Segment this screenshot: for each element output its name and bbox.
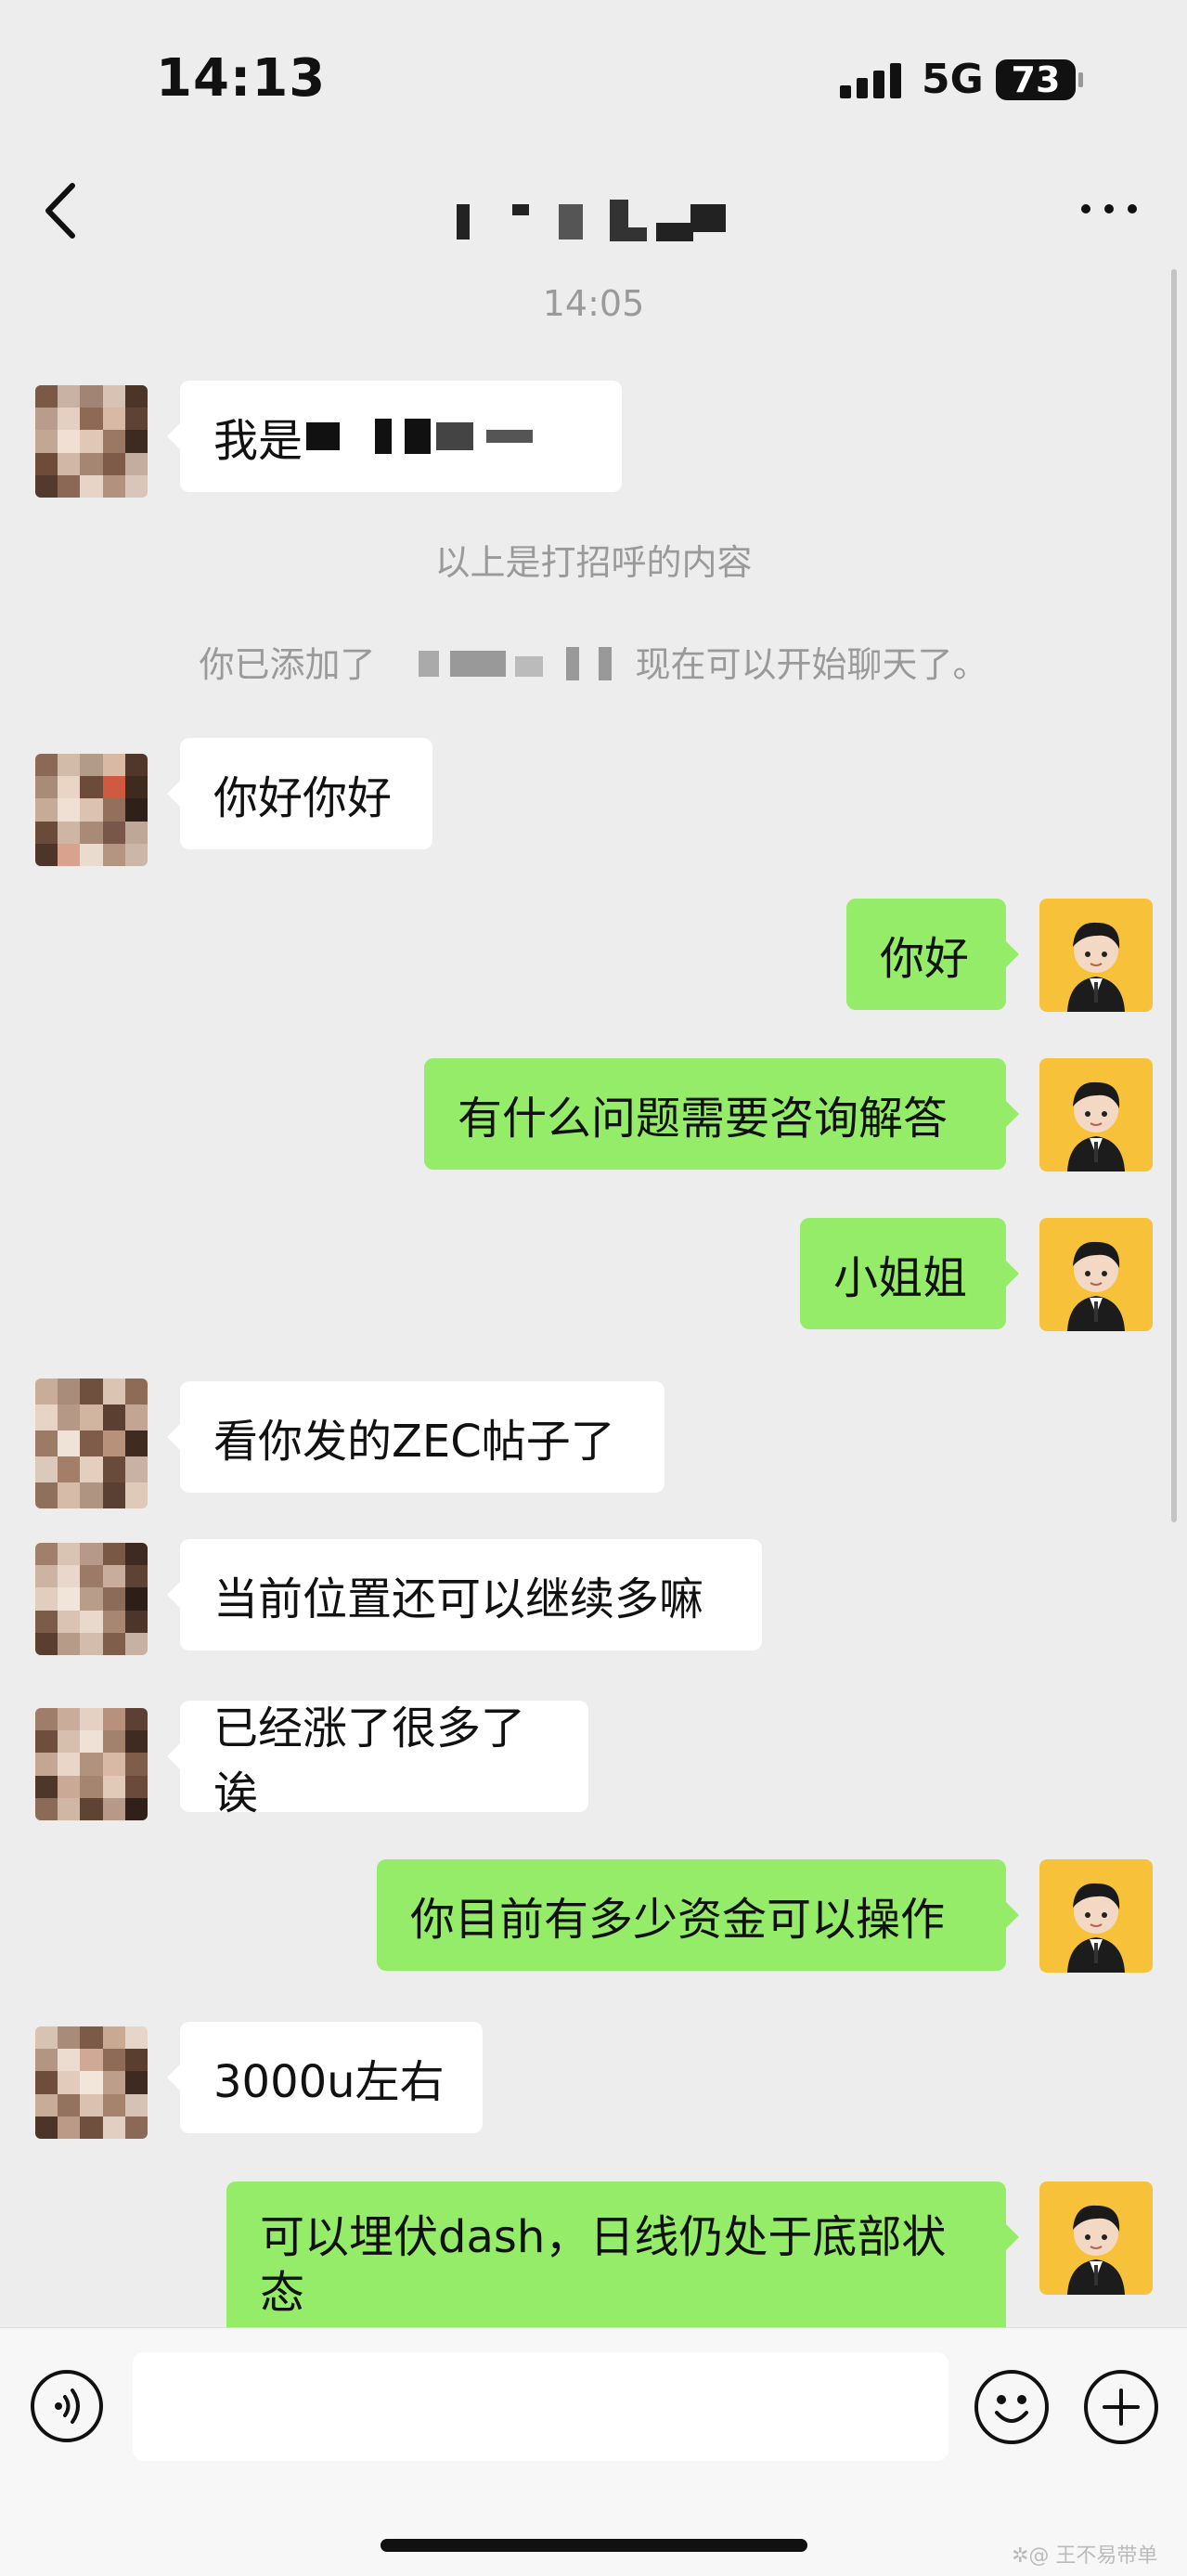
contact-avatar[interactable] bbox=[35, 754, 148, 866]
system-added-suffix: 现在可以开始聊天了。 bbox=[635, 644, 988, 685]
voice-button[interactable] bbox=[31, 2370, 103, 2442]
my-avatar[interactable] bbox=[1039, 1218, 1153, 1331]
message-bubble[interactable]: 当前位置还可以继续多嘛 bbox=[167, 1539, 762, 1650]
contact-avatar[interactable] bbox=[35, 1543, 148, 1655]
contact-avatar[interactable] bbox=[35, 1379, 148, 1508]
system-added-notice: 你已添加了 现在可以开始聊天了。 bbox=[0, 636, 1187, 687]
message-bubble[interactable]: 小姐姐 bbox=[800, 1218, 1019, 1329]
system-greeting-notice: 以上是打招呼的内容 bbox=[434, 542, 753, 583]
contact-avatar[interactable] bbox=[35, 1708, 148, 1820]
emoji-button[interactable] bbox=[974, 2370, 1049, 2444]
voice-icon bbox=[55, 2388, 80, 2424]
plus-icon bbox=[1103, 2388, 1140, 2426]
watermark: ✲@ 王不易带单 bbox=[1012, 2544, 1158, 2568]
battery-icon: 73 bbox=[996, 59, 1083, 100]
contact-avatar[interactable] bbox=[35, 385, 148, 498]
greeting-bubble[interactable]: 我是 bbox=[167, 381, 622, 492]
network-type: 5G bbox=[922, 56, 984, 103]
message-input[interactable] bbox=[133, 2352, 948, 2461]
message-bubble[interactable]: 3000u左右 bbox=[167, 2022, 483, 2133]
status-time: 14:13 bbox=[156, 48, 327, 109]
my-avatar[interactable] bbox=[1039, 899, 1153, 1012]
message-text: 你目前有多少资金可以操作 bbox=[410, 1894, 946, 1946]
my-avatar[interactable] bbox=[1039, 1058, 1153, 1171]
message-text: 可以埋伏dash，日线仍处于底部状态 bbox=[260, 2211, 947, 2319]
message-text: 看你发的ZEC帖子了 bbox=[213, 1416, 615, 1468]
message-bubble[interactable]: 你好你好 bbox=[167, 738, 432, 849]
my-avatar[interactable] bbox=[1039, 1859, 1153, 1973]
chat-title-redacted bbox=[457, 200, 735, 241]
home-indicator[interactable] bbox=[381, 2539, 807, 2552]
message-bubble[interactable]: 已经涨了很多了诶 bbox=[167, 1701, 588, 1819]
message-text: 你好 bbox=[880, 933, 970, 985]
cellular-signal-icon bbox=[840, 63, 905, 98]
message-bubble[interactable]: 看你发的ZEC帖子了 bbox=[167, 1381, 664, 1493]
back-button[interactable] bbox=[37, 178, 93, 243]
message-text: 有什么问题需要咨询解答 bbox=[458, 1093, 948, 1145]
scrollbar[interactable] bbox=[1171, 269, 1177, 1522]
message-text: 3000u左右 bbox=[213, 2056, 445, 2108]
contact-avatar[interactable] bbox=[35, 2026, 148, 2139]
more-button[interactable] bbox=[1077, 190, 1142, 227]
message-bubble[interactable]: 你好 bbox=[846, 899, 1019, 1010]
emoji-icon bbox=[995, 2395, 1028, 2423]
more-icon bbox=[1081, 204, 1137, 214]
plus-button[interactable] bbox=[1084, 2370, 1158, 2444]
message-bubble[interactable]: 你目前有多少资金可以操作 bbox=[377, 1859, 1019, 1971]
chevron-left-icon bbox=[45, 183, 75, 239]
message-text: 你好你好 bbox=[213, 772, 393, 824]
message-text: 已经涨了很多了诶 bbox=[213, 1702, 526, 1819]
my-avatar[interactable] bbox=[1039, 2181, 1153, 2295]
message-text: 小姐姐 bbox=[833, 1252, 968, 1304]
system-added-prefix: 你已添加了 bbox=[199, 644, 376, 685]
chat-timestamp: 14:05 bbox=[542, 283, 645, 324]
message-text: 当前位置还可以继续多嘛 bbox=[213, 1573, 704, 1625]
message-bubble[interactable]: 有什么问题需要咨询解答 bbox=[424, 1058, 1019, 1170]
greeting-text: 我是 bbox=[213, 415, 303, 467]
